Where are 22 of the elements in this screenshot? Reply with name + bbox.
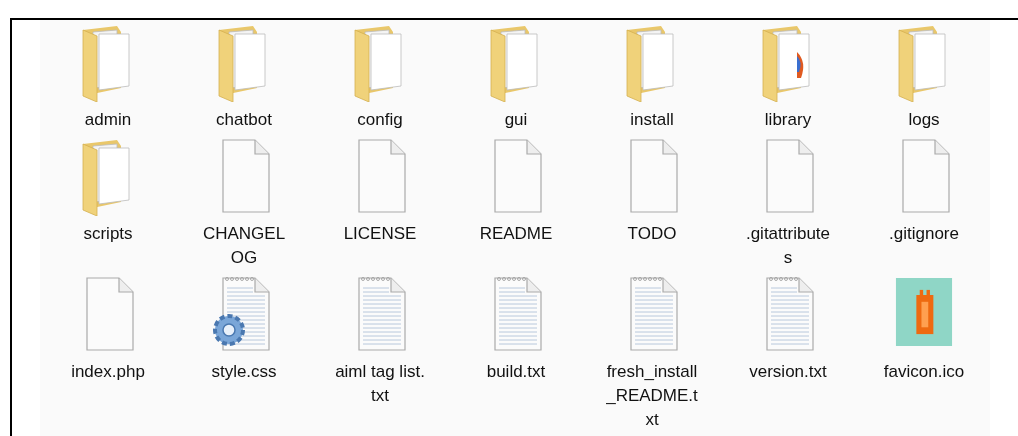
file-name[interactable]: build.txt bbox=[486, 360, 546, 384]
file-name[interactable]: scripts bbox=[83, 222, 133, 246]
file-name[interactable]: library bbox=[764, 108, 812, 132]
file-name[interactable]: fresh_install_README.txt bbox=[606, 360, 698, 432]
file-name[interactable]: aiml tag list.txt bbox=[334, 360, 426, 408]
file-name[interactable]: logs bbox=[908, 108, 940, 132]
file-name[interactable]: .gitignore bbox=[889, 222, 959, 246]
file-name[interactable]: README bbox=[479, 222, 553, 246]
file-name[interactable]: version.txt bbox=[749, 360, 827, 384]
file-name[interactable]: install bbox=[630, 108, 674, 132]
file-name[interactable]: style.css bbox=[211, 360, 277, 384]
file-name[interactable]: gui bbox=[504, 108, 528, 132]
image-file-icon[interactable] bbox=[893, 278, 955, 346]
file-name[interactable]: .gitattributes bbox=[742, 222, 834, 270]
file-name[interactable]: LICENSE bbox=[343, 222, 417, 246]
file-name[interactable]: CHANGELOG bbox=[198, 222, 290, 270]
file-name[interactable]: admin bbox=[84, 108, 132, 132]
file-name[interactable]: config bbox=[357, 108, 403, 132]
file-name[interactable]: favicon.ico bbox=[883, 360, 965, 384]
file-name[interactable]: TODO bbox=[627, 222, 677, 246]
file-name[interactable]: chatbot bbox=[216, 108, 272, 132]
file-name[interactable]: index.php bbox=[71, 360, 145, 384]
